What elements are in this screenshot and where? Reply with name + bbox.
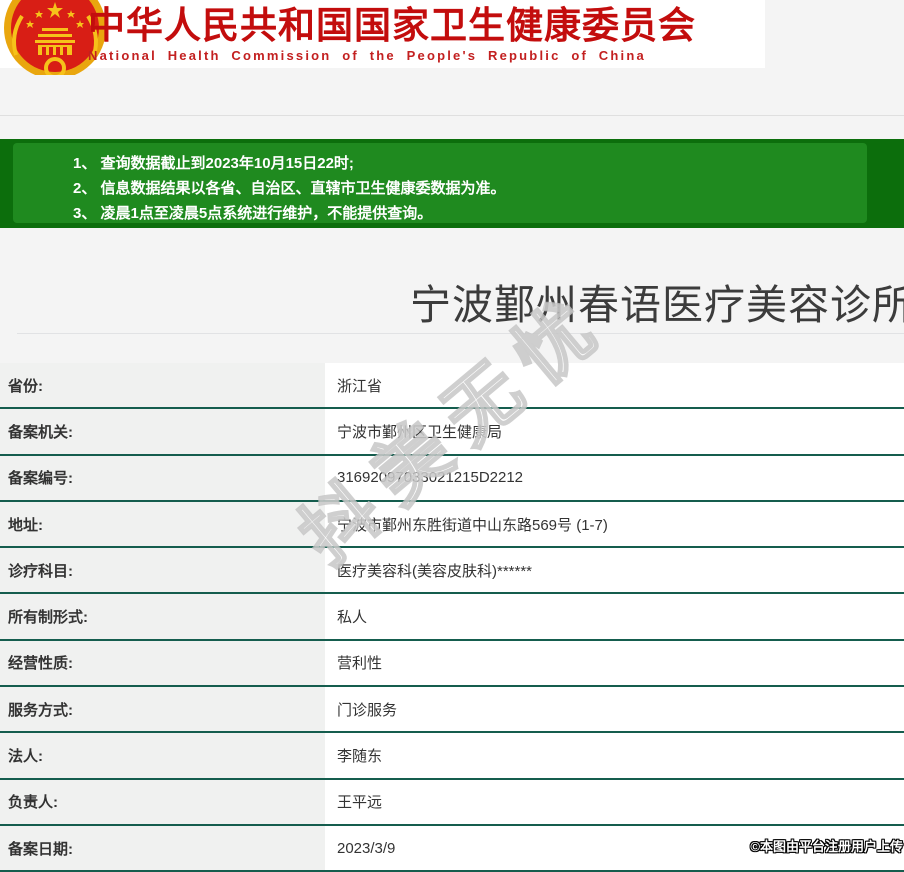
field-label: 备案编号: [0,455,325,500]
notice-inner-box: 1、 查询数据截止到2023年10月15日22时; 2、 信息数据结果以各省、自治… [13,143,867,223]
copyright-watermark: ©本图由平台注册用户上传 [750,839,903,854]
field-value: 宁波市鄞州东胜街道中山东路569号 (1-7) [325,501,904,547]
site-title-cn: 中华人民共和国国家卫生健康委员会 [88,5,696,46]
table-row: 经营性质: 营利性 [0,640,904,688]
notice-line: 2、 信息数据结果以各省、自治区、直辖市卫生健康委数据为准。 [73,180,506,197]
notice-line: 3、 凌晨1点至凌晨5点系统进行维护，不能提供查询。 [73,205,433,222]
table-row: 备案机关: 宁波市鄞州区卫生健康局 [0,409,904,456]
site-title-en: National Health Commission of the People… [88,48,646,63]
field-value: 31692097033021215D2212 [325,455,904,500]
notice-banner: 1、 查询数据截止到2023年10月15日22时; 2、 信息数据结果以各省、自治… [0,139,904,228]
field-value: 浙江省 [325,363,904,408]
field-value: 王平远 [325,779,904,824]
title-divider [17,333,904,334]
field-value: 营利性 [325,640,904,686]
field-value: 门诊服务 [325,687,904,732]
field-label: 地址: [0,501,325,547]
field-label: 负责人: [0,779,325,824]
table-row: 所有制形式: 私人 [0,594,904,641]
field-label: 省份: [0,363,325,408]
field-value: 私人 [325,594,904,639]
field-value: 医疗美容科(美容皮肤科)****** [325,548,904,593]
site-header: 中华人民共和国国家卫生健康委员会 National Health Commiss… [0,0,765,75]
field-label: 诊疗科目: [0,548,325,593]
field-value: 李随东 [325,733,904,778]
field-label: 经营性质: [0,640,325,686]
table-row: 诊疗科目: 医疗美容科(美容皮肤科)****** [0,548,904,595]
notice-line: 1、 查询数据截止到2023年10月15日22时; [73,155,354,172]
field-value: 宁波市鄞州区卫生健康局 [325,409,904,454]
field-label: 备案日期: [0,825,325,871]
record-table: 省份: 浙江省 备案机关: 宁波市鄞州区卫生健康局 备案编号: 3169209703302… [0,363,904,872]
table-row: 备案编号: 31692097033021215D2212 [0,455,904,502]
field-label: 所有制形式: [0,594,325,639]
table-row: 法人: 李随东 [0,733,904,780]
clinic-title: 宁波鄞州春语医疗美容诊所 [410,282,904,328]
site-title-block: 中华人民共和国国家卫生健康委员会 National Health Commiss… [88,4,696,64]
field-label: 服务方式: [0,687,325,732]
table-row: 地址: 宁波市鄞州东胜街道中山东路569号 (1-7) [0,501,904,549]
table-row: 服务方式: 门诊服务 [0,687,904,734]
field-label: 法人: [0,733,325,778]
field-label: 备案机关: [0,409,325,454]
header-divider [0,115,904,116]
table-row: 省份: 浙江省 [0,363,904,410]
table-row: 负责人: 王平远 [0,779,904,826]
